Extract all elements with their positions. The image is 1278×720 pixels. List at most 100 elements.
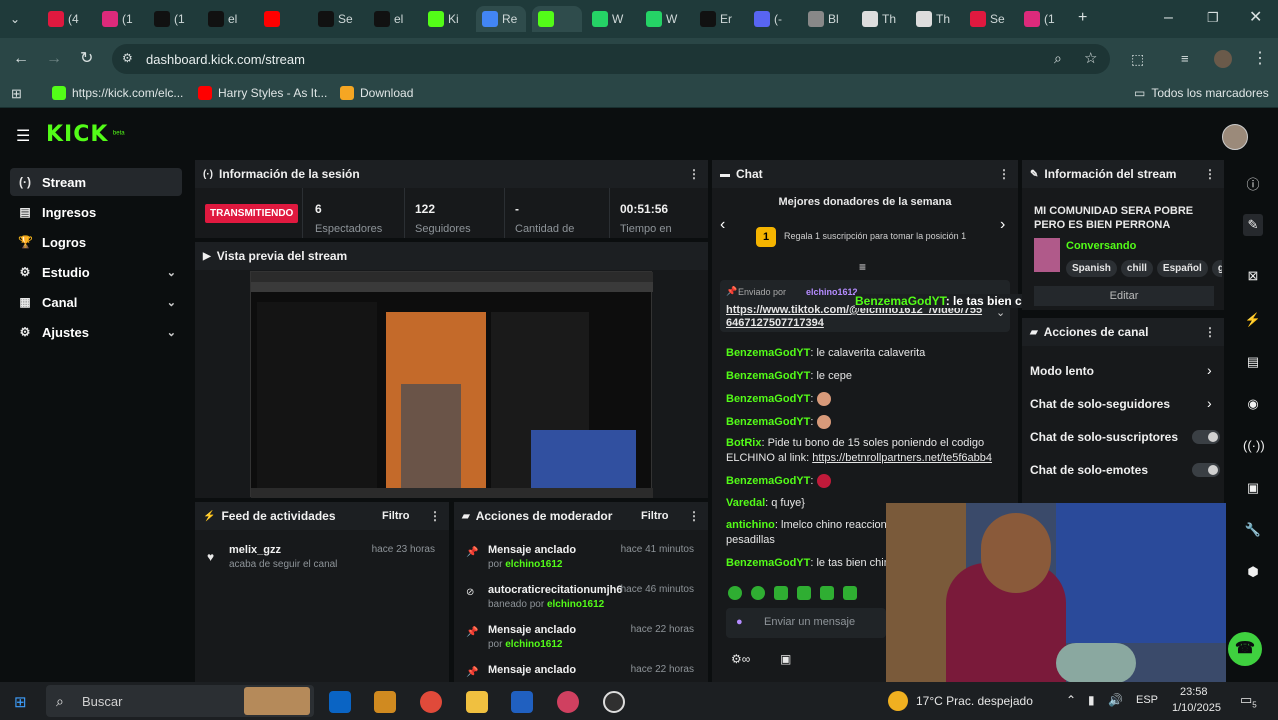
emote-icon[interactable]: [728, 586, 742, 600]
chat-username[interactable]: BenzemaGodYT: [726, 370, 810, 382]
channel-action-item[interactable]: Chat de solo-suscriptores: [1030, 430, 1178, 444]
taskbar-search[interactable]: ⌕ Buscar: [46, 685, 314, 717]
notes-icon[interactable]: ▤: [1243, 354, 1263, 370]
back-icon[interactable]: ←: [13, 51, 29, 67]
browser-tab[interactable]: (-: [748, 6, 798, 32]
preview-video[interactable]: [250, 271, 653, 498]
share-icon[interactable]: ⬢: [1243, 564, 1263, 580]
broadcast-icon[interactable]: ((·)): [1243, 438, 1265, 453]
browser-menu-icon[interactable]: ⋮: [1252, 51, 1268, 67]
restore-icon[interactable]: ❐: [1207, 10, 1219, 26]
browser-tab[interactable]: Ki: [422, 6, 472, 32]
tag-chip[interactable]: g: [1211, 260, 1222, 277]
prev-donor-button[interactable]: ‹: [720, 216, 725, 234]
browser-tab[interactable]: Re: [476, 6, 526, 32]
obs-icon[interactable]: [603, 691, 625, 713]
chat-username[interactable]: BenzemaGodYT: [726, 475, 810, 487]
next-donor-button[interactable]: ›: [1000, 216, 1005, 234]
zoom-icon[interactable]: ⌕: [1054, 50, 1062, 67]
moderation-icon[interactable]: ▣: [1243, 480, 1263, 496]
new-tab-icon[interactable]: +: [1078, 10, 1087, 26]
more-options-icon[interactable]: ⋮: [688, 167, 700, 181]
feed-user[interactable]: melix_gzz: [229, 544, 337, 556]
browser-tab[interactable]: (1: [96, 6, 146, 32]
emote-icon[interactable]: [751, 586, 765, 600]
store-icon[interactable]: ▣: [780, 652, 791, 666]
browser-tab[interactable]: (4: [42, 6, 92, 32]
user-avatar[interactable]: [1222, 124, 1248, 150]
chat-link[interactable]: https://betnrollpartners.net/te5f6abb4: [812, 452, 992, 464]
more-options-icon[interactable]: ⋮: [1204, 167, 1216, 181]
chrome-icon[interactable]: [420, 691, 442, 713]
browser-tab[interactable]: el: [368, 6, 418, 32]
info-icon[interactable]: ⓘ: [1243, 174, 1263, 193]
browser-tab[interactable]: el: [202, 6, 252, 32]
browser-tab[interactable]: Se: [312, 6, 362, 32]
browser-tab[interactable]: Er: [694, 6, 744, 32]
browser-tab[interactable]: [532, 6, 582, 32]
sidebar-item-logros[interactable]: 🏆 Logros: [10, 228, 182, 256]
minimize-icon[interactable]: –: [1164, 10, 1173, 26]
browser-tab[interactable]: W: [586, 6, 636, 32]
chat-username[interactable]: Varedal: [726, 497, 765, 509]
forward-icon[interactable]: →: [46, 51, 62, 67]
feed-filter-button[interactable]: Filtro: [382, 510, 410, 522]
chevron-down-icon[interactable]: ⌄: [167, 266, 176, 279]
chat-settings-icon[interactable]: ⚙∞: [731, 652, 750, 666]
chat-username[interactable]: BotRix: [726, 437, 761, 449]
outlook-icon[interactable]: [329, 691, 351, 713]
tray-chevron-icon[interactable]: ⌃: [1066, 693, 1076, 707]
site-info-icon[interactable]: ⚙: [122, 51, 133, 65]
browser-tab[interactable]: W: [640, 6, 690, 32]
more-options-icon[interactable]: ⋮: [688, 509, 700, 523]
mod-filter-button[interactable]: Filtro: [641, 510, 669, 522]
tag-chip[interactable]: Spanish: [1066, 260, 1117, 277]
notification-icon[interactable]: ▭5: [1240, 692, 1257, 710]
windows-start-icon[interactable]: ⊞: [14, 693, 27, 711]
bookmark-item[interactable]: https://kick.com/elc...: [52, 86, 183, 100]
category-name[interactable]: Conversando: [1066, 240, 1136, 252]
chat-username[interactable]: BenzemaGodYT: [726, 393, 810, 405]
clock-time[interactable]: 23:58: [1180, 686, 1208, 698]
close-window-icon[interactable]: ✕: [1249, 10, 1262, 26]
chat-input[interactable]: ● Enviar un mensaje: [726, 608, 886, 638]
more-options-icon[interactable]: ⋮: [1204, 325, 1216, 339]
volume-icon[interactable]: 🔊: [1108, 693, 1123, 707]
hamburger-menu-icon[interactable]: ☰: [16, 126, 30, 146]
bookmark-star-icon[interactable]: ☆: [1084, 49, 1097, 67]
tools-icon[interactable]: 🔧: [1243, 522, 1263, 538]
mod-action-actor[interactable]: elchino1612: [547, 599, 604, 610]
sidebar-item-estudio[interactable]: ⚙ Estudio ⌄: [10, 258, 182, 286]
browser-tab[interactable]: Th: [856, 6, 906, 32]
chat-username[interactable]: BenzemaGodYT: [726, 557, 810, 569]
emote-icon[interactable]: [820, 586, 834, 600]
store-icon[interactable]: [511, 691, 533, 713]
chevron-right-icon[interactable]: ›: [1207, 362, 1212, 378]
profile-avatar[interactable]: [1214, 50, 1232, 68]
browser-tab[interactable]: Th: [910, 6, 960, 32]
app-icon[interactable]: [374, 691, 396, 713]
sidebar-item-ingresos[interactable]: ▤ Ingresos: [10, 198, 182, 226]
all-bookmarks[interactable]: ▭ Todos los marcadores: [1134, 86, 1269, 100]
toggle-switch[interactable]: [1192, 430, 1220, 444]
apps-grid-icon[interactable]: ⊞: [11, 86, 22, 102]
chevron-right-icon[interactable]: ›: [1207, 395, 1212, 411]
browser-tab[interactable]: (1: [148, 6, 198, 32]
media-player-icon[interactable]: [557, 691, 579, 713]
reload-icon[interactable]: ↻: [80, 51, 93, 67]
chat-username[interactable]: antichino: [726, 519, 775, 531]
emote-icon[interactable]: [843, 586, 857, 600]
lightning-icon[interactable]: ⚡: [1243, 312, 1263, 328]
more-options-icon[interactable]: ⋮: [429, 509, 441, 523]
mod-action-actor[interactable]: elchino1612: [505, 639, 562, 650]
edit-icon[interactable]: ✎: [1243, 214, 1263, 236]
language-indicator[interactable]: ESP: [1136, 694, 1158, 706]
chevron-down-icon[interactable]: ⌄: [167, 296, 176, 309]
media-control-icon[interactable]: ≡: [1181, 51, 1189, 67]
tag-chip[interactable]: Español: [1156, 260, 1208, 277]
extensions-icon[interactable]: ⬚: [1131, 51, 1144, 67]
toggle-switch[interactable]: [1192, 463, 1220, 477]
browser-tab[interactable]: [258, 6, 308, 32]
sidebar-item-ajustes[interactable]: ⚙ Ajustes ⌄: [10, 318, 182, 346]
address-bar[interactable]: ⚙ dashboard.kick.com/stream ⌕ ☆: [112, 44, 1110, 74]
